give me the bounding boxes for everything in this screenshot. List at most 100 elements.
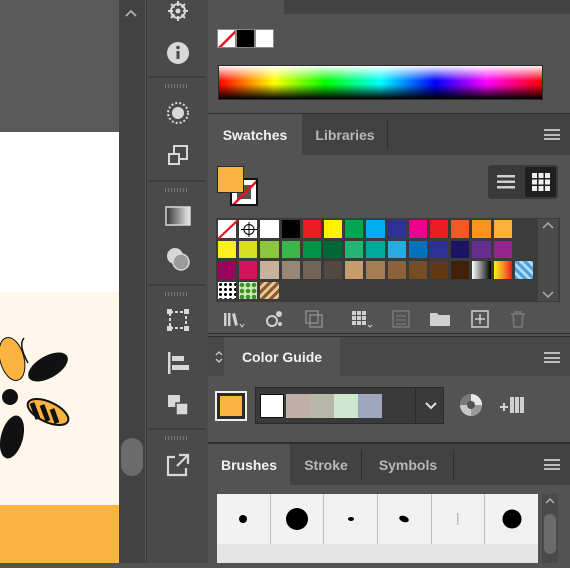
swatch-cell[interactable] <box>407 239 428 259</box>
swatch-cell[interactable] <box>386 260 407 280</box>
swatch-options-icon[interactable] <box>389 307 413 331</box>
tab-libraries[interactable]: Libraries <box>302 114 388 156</box>
tab-symbols[interactable]: Symbols <box>362 444 454 486</box>
tab-color-guide[interactable]: Color Guide <box>224 337 340 377</box>
white-swatch[interactable] <box>255 29 274 48</box>
panel-collapse-icon[interactable] <box>214 349 224 365</box>
swatch-cell[interactable] <box>301 239 322 259</box>
swatch-cell[interactable] <box>323 239 344 259</box>
list-view-icon[interactable] <box>491 168 521 196</box>
swatch-cell[interactable] <box>238 219 259 239</box>
new-group-folder-icon[interactable] <box>428 307 452 331</box>
show-kinds-icon[interactable] <box>302 307 326 331</box>
edit-colors-icon[interactable] <box>458 393 482 417</box>
swatch-cell[interactable] <box>280 260 301 280</box>
dock-grip[interactable] <box>165 436 189 440</box>
swatch-cell[interactable] <box>259 239 280 259</box>
info-icon[interactable] <box>160 36 196 70</box>
swatch-cell[interactable] <box>429 260 450 280</box>
swatch-cell[interactable] <box>365 219 386 239</box>
harmony-color-swatch[interactable] <box>358 394 382 418</box>
harmony-color-swatch[interactable] <box>310 394 334 418</box>
swatch-cell[interactable] <box>492 260 513 280</box>
fill-indicator[interactable] <box>217 166 244 193</box>
none-swatch[interactable] <box>217 29 236 48</box>
pathfinder-icon[interactable] <box>160 388 196 422</box>
harmony-color-swatch[interactable] <box>286 394 310 418</box>
swatch-cell[interactable] <box>238 280 259 300</box>
black-swatch[interactable] <box>236 29 255 48</box>
swatch-cell[interactable] <box>386 239 407 259</box>
brush-item[interactable] <box>378 494 432 544</box>
canvas-vertical-scrollbar[interactable] <box>119 0 145 563</box>
swatch-cell[interactable] <box>259 219 280 239</box>
dock-grip[interactable] <box>165 84 189 88</box>
swatch-cell[interactable] <box>471 239 492 259</box>
delete-swatch-icon[interactable] <box>506 307 530 331</box>
place-swatch-icon[interactable] <box>262 307 286 331</box>
tab-swatches[interactable]: Swatches <box>208 114 302 156</box>
swatch-cell[interactable] <box>301 260 322 280</box>
panel-menu-icon[interactable] <box>544 129 560 140</box>
swatch-cell[interactable] <box>429 219 450 239</box>
swatch-cell[interactable] <box>450 260 471 280</box>
thumbnail-view-icon[interactable] <box>525 167 556 197</box>
harmony-color-swatch[interactable] <box>334 394 358 418</box>
dock-grip[interactable] <box>165 292 189 296</box>
tab-stroke[interactable]: Stroke <box>290 444 362 486</box>
base-color-swatch[interactable] <box>215 391 247 421</box>
swatch-cell[interactable] <box>471 260 492 280</box>
swatch-cell[interactable] <box>450 239 471 259</box>
appearance-icon[interactable] <box>160 96 196 130</box>
save-color-group-icon[interactable] <box>498 393 526 417</box>
swatch-cell[interactable] <box>492 239 513 259</box>
swatch-cell[interactable] <box>513 260 534 280</box>
swatch-scrollbar[interactable] <box>538 219 558 301</box>
artboards-icon[interactable] <box>160 303 196 337</box>
swatch-cell[interactable] <box>365 260 386 280</box>
swatch-cell[interactable] <box>280 239 301 259</box>
align-icon[interactable] <box>160 346 196 380</box>
swatch-cell[interactable] <box>344 260 365 280</box>
swatch-cell[interactable] <box>450 219 471 239</box>
swatch-cell[interactable] <box>407 219 428 239</box>
brush-item[interactable] <box>217 494 271 544</box>
brush-item[interactable] <box>324 494 379 544</box>
swatch-cell[interactable] <box>407 260 428 280</box>
scroll-up-icon[interactable] <box>124 6 138 20</box>
brush-item[interactable] <box>485 494 539 544</box>
transform-icon[interactable] <box>160 138 196 172</box>
swatch-cell[interactable] <box>386 219 407 239</box>
dock-grip[interactable] <box>165 188 189 192</box>
artboard[interactable] <box>0 132 119 563</box>
swatch-cell[interactable] <box>429 239 450 259</box>
transparency-icon[interactable] <box>160 242 196 276</box>
swatch-cell[interactable] <box>217 239 238 259</box>
brush-scrollbar[interactable] <box>542 494 558 563</box>
swatch-cell[interactable] <box>217 280 238 300</box>
swatch-cell[interactable] <box>238 239 259 259</box>
chevron-down-icon[interactable] <box>415 387 445 424</box>
color-spectrum-bar[interactable] <box>218 65 543 100</box>
swatch-cell[interactable] <box>217 219 239 240</box>
swatch-cell[interactable] <box>259 260 280 280</box>
swatch-cell[interactable] <box>259 280 280 300</box>
tab-brushes[interactable]: Brushes <box>208 444 290 486</box>
swatch-cell[interactable] <box>301 219 322 239</box>
swatch-cell[interactable] <box>365 239 386 259</box>
swatch-libraries-icon[interactable] <box>222 307 246 331</box>
swatch-cell[interactable] <box>323 219 344 239</box>
swatch-cell[interactable] <box>217 260 238 280</box>
swatch-cell[interactable] <box>344 239 365 259</box>
swatch-cell[interactable] <box>323 260 344 280</box>
swatch-cell[interactable] <box>280 219 301 239</box>
swatch-cell[interactable] <box>344 219 365 239</box>
navigator-icon[interactable] <box>160 0 196 28</box>
export-icon[interactable] <box>160 448 196 482</box>
scrollbar-thumb[interactable] <box>121 438 143 476</box>
new-swatch-icon[interactable] <box>468 307 492 331</box>
panel-menu-icon[interactable] <box>544 459 560 470</box>
swatch-cell[interactable] <box>492 219 513 239</box>
swatch-cell[interactable] <box>471 219 492 239</box>
harmony-color-swatch[interactable] <box>260 394 284 418</box>
